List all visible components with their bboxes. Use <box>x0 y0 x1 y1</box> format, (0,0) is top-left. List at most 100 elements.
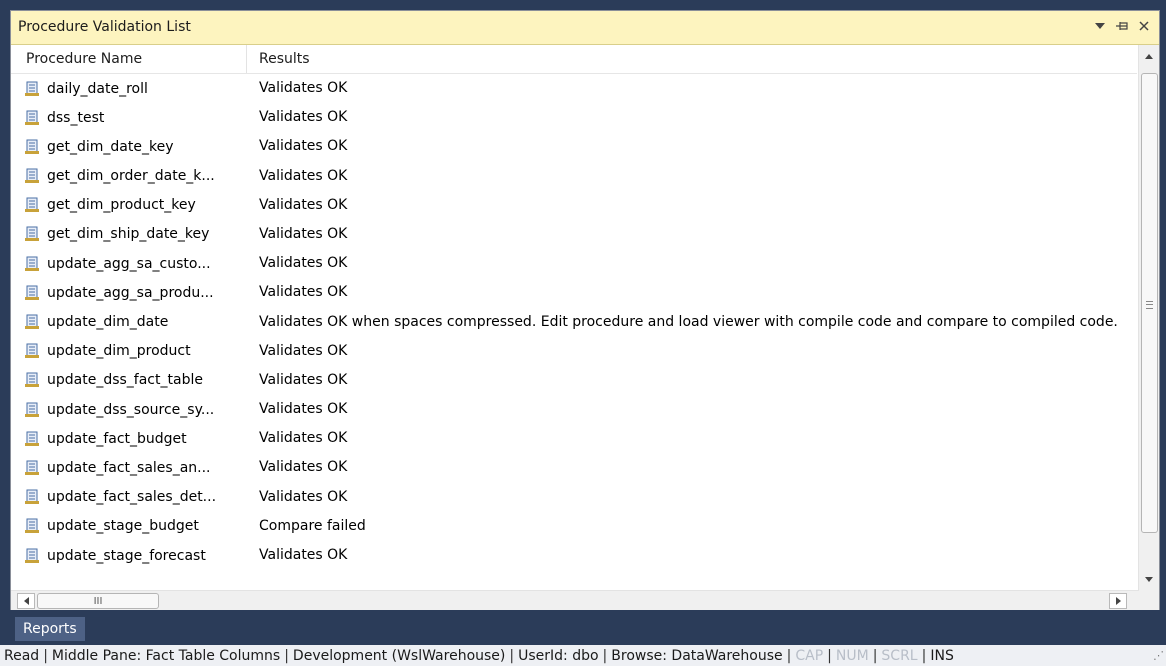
procedure-name-cell[interactable]: update_dim_product <box>25 337 191 366</box>
procedure-icon <box>25 548 39 563</box>
horizontal-scroll-thumb[interactable]: III <box>37 593 159 609</box>
table-row[interactable]: dss_test Validates OK <box>11 103 1137 132</box>
status-item: Read <box>4 647 40 664</box>
procedure-name-cell[interactable]: update_agg_sa_custo... <box>25 249 211 278</box>
procedure-icon <box>25 197 39 213</box>
scroll-grip-icon <box>1146 301 1153 309</box>
procedure-name-cell[interactable]: get_dim_product_key <box>25 191 196 220</box>
table-row[interactable]: update_stage_forecast Validates OK <box>11 541 1137 570</box>
table-row[interactable]: update_dim_product Validates OK <box>11 337 1137 366</box>
procedure-name-cell[interactable]: get_dim_ship_date_key <box>25 220 209 249</box>
procedure-name-cell[interactable]: get_dim_order_date_k... <box>25 162 215 191</box>
vertical-scrollbar[interactable] <box>1138 45 1159 590</box>
procedure-name-cell[interactable]: update_fact_sales_det... <box>25 483 216 512</box>
procedure-name: update_agg_sa_produ... <box>47 284 214 301</box>
procedure-name-cell[interactable]: update_fact_budget <box>25 424 187 453</box>
procedure-icon <box>25 372 39 388</box>
procedure-name: get_dim_ship_date_key <box>47 226 210 243</box>
procedure-icon <box>25 285 39 300</box>
column-header-results[interactable]: Results <box>247 45 1137 73</box>
panel-title: Procedure Validation List <box>18 19 191 35</box>
table-row[interactable]: update_dss_source_sy... Validates OK <box>11 395 1137 424</box>
procedure-name-cell[interactable]: dss_test <box>25 103 104 132</box>
scroll-left-button[interactable] <box>17 593 35 609</box>
column-header-procedure-name[interactable]: Procedure Name <box>11 45 247 73</box>
table-row[interactable]: update_stage_budget Compare failed <box>11 512 1137 541</box>
vertical-scroll-thumb[interactable] <box>1141 73 1158 533</box>
procedure-icon <box>25 489 39 505</box>
procedure-name-cell[interactable]: daily_date_roll <box>25 74 148 103</box>
result-cell: Validates OK <box>259 138 348 155</box>
procedure-name-cell[interactable]: update_dim_date <box>25 308 168 337</box>
procedure-name-cell[interactable]: update_fact_sales_an... <box>25 453 211 482</box>
procedure-icon <box>25 460 39 475</box>
procedure-name: update_fact_budget <box>47 430 187 447</box>
scroll-right-button[interactable] <box>1109 593 1127 609</box>
procedure-list[interactable]: Procedure Name Results daily_date_roll Va… <box>11 45 1137 590</box>
status-item: Development (WslWarehouse) <box>292 647 506 664</box>
panel-header[interactable]: Procedure Validation List <box>11 11 1159 45</box>
procedure-name: update_fact_sales_det... <box>47 489 217 506</box>
scroll-down-button[interactable] <box>1139 570 1159 588</box>
procedure-name-cell[interactable]: update_agg_sa_produ... <box>25 278 214 307</box>
result-cell: Validates OK <box>259 167 348 184</box>
procedure-name-cell[interactable]: update_dss_fact_table <box>25 366 203 395</box>
status-item: INS <box>930 647 954 664</box>
result-cell: Validates OK <box>259 488 348 505</box>
table-row[interactable]: update_agg_sa_custo... Validates OK <box>11 249 1137 278</box>
status-item: SCRL <box>881 647 918 664</box>
procedure-name: update_dss_source_sy... <box>47 401 215 418</box>
result-cell: Validates OK <box>259 109 348 126</box>
table-row[interactable]: get_dim_date_key Validates OK <box>11 132 1137 161</box>
result-cell: Validates OK <box>259 196 348 213</box>
status-item: Middle Pane: Fact Table Columns <box>51 647 281 664</box>
horizontal-scrollbar[interactable]: III <box>11 590 1159 610</box>
procedure-name: update_stage_forecast <box>47 547 206 564</box>
close-icon[interactable] <box>1137 18 1151 34</box>
result-cell: Validates OK <box>259 547 348 563</box>
status-bar: Read | Middle Pane: Fact Table Columns | Dev… <box>0 645 1166 666</box>
procedure-name-cell[interactable]: get_dim_date_key <box>25 132 173 161</box>
table-row[interactable]: update_dim_date Validates OK when spaces … <box>11 308 1137 337</box>
result-cell: Validates OK <box>259 342 348 359</box>
tab-reports[interactable]: Reports <box>15 617 85 641</box>
table-row[interactable]: update_fact_budget Validates OK <box>11 424 1137 453</box>
procedure-name: get_dim_product_key <box>47 197 196 214</box>
procedure-name: get_dim_date_key <box>47 138 174 155</box>
procedure-name-cell[interactable]: update_stage_forecast <box>25 541 206 570</box>
table-row[interactable]: get_dim_ship_date_key Validates OK <box>11 220 1137 249</box>
table-row[interactable]: update_fact_sales_det... Validates OK <box>11 483 1137 512</box>
table-row[interactable]: daily_date_roll Validates OK <box>11 74 1137 103</box>
panel-header-icons <box>1093 18 1151 34</box>
status-item: UserId: dbo <box>518 647 599 664</box>
result-cell: Compare failed <box>259 517 366 534</box>
procedure-icon <box>25 256 39 271</box>
procedure-icon <box>25 431 39 446</box>
procedure-name: get_dim_order_date_k... <box>47 168 215 185</box>
dropdown-icon[interactable] <box>1093 18 1107 34</box>
status-item: CAP <box>795 647 824 664</box>
table-row[interactable]: update_fact_sales_an... Validates OK <box>11 453 1137 482</box>
procedure-icon <box>25 518 39 534</box>
procedure-name-cell[interactable]: update_dss_source_sy... <box>25 395 214 424</box>
procedure-rows: daily_date_roll Validates OK dss_test Valid… <box>11 74 1137 570</box>
result-cell: Validates OK <box>259 459 348 476</box>
result-cell: Validates OK <box>259 371 348 388</box>
procedure-validation-panel: Procedure Validation List Procedure Name… <box>10 10 1160 610</box>
procedure-name-cell[interactable]: update_stage_budget <box>25 512 199 541</box>
procedure-name: update_dim_date <box>47 314 169 330</box>
table-row[interactable]: update_agg_sa_produ... Validates OK <box>11 278 1137 307</box>
procedure-name: dss_test <box>47 109 105 126</box>
procedure-icon <box>25 168 39 184</box>
scroll-up-button[interactable] <box>1139 47 1159 65</box>
table-row[interactable]: update_dss_fact_table Validates OK <box>11 366 1137 395</box>
procedure-name: update_fact_sales_an... <box>47 459 211 476</box>
result-cell: Validates OK <box>259 80 348 96</box>
table-row[interactable]: get_dim_product_key Validates OK <box>11 191 1137 220</box>
procedure-name: update_dim_product <box>47 343 191 360</box>
pin-icon[interactable] <box>1115 18 1129 34</box>
size-grip-icon[interactable]: ⋰ <box>1153 649 1164 662</box>
result-cell: Validates OK <box>259 255 348 272</box>
table-row[interactable]: get_dim_order_date_k... Validates OK <box>11 162 1137 191</box>
procedure-icon <box>25 226 39 242</box>
